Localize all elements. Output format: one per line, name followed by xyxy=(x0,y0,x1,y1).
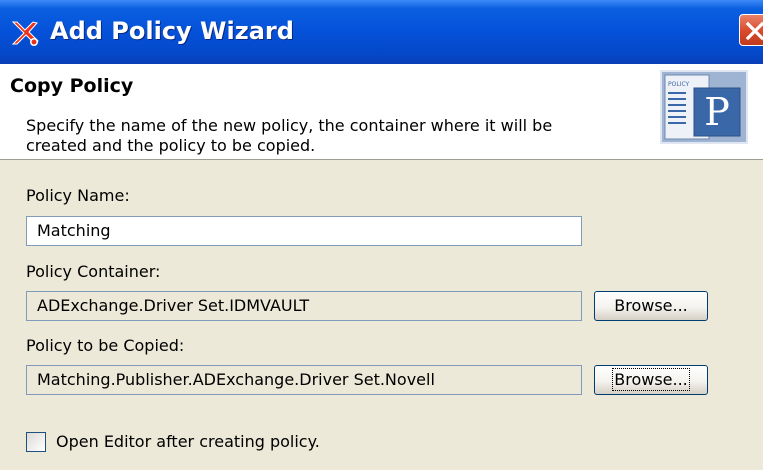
policy-to-copy-field[interactable]: Matching.Publisher.ADExchange.Driver Set… xyxy=(26,365,582,395)
close-icon xyxy=(745,21,763,41)
title-bar: Add Policy Wizard xyxy=(0,0,763,64)
wizard-app-icon xyxy=(11,21,39,46)
page-description: Specify the name of the new policy, the … xyxy=(26,116,553,155)
policy-name-label: Policy Name: xyxy=(26,186,130,205)
policy-to-copy-label: Policy to be Copied: xyxy=(26,336,185,355)
browse-policy-label: Browse... xyxy=(612,368,690,391)
wizard-header: Copy Policy Specify the name of the new … xyxy=(0,64,763,160)
browse-policy-button[interactable]: Browse... xyxy=(594,365,708,395)
icon-letter: P xyxy=(704,90,730,134)
window-title: Add Policy Wizard xyxy=(50,17,294,45)
browse-container-button[interactable]: Browse... xyxy=(594,291,708,321)
policy-container-label: Policy Container: xyxy=(26,262,161,281)
open-editor-label[interactable]: Open Editor after creating policy. xyxy=(56,432,320,451)
icon-caption: POLICY xyxy=(668,81,690,88)
close-button[interactable] xyxy=(739,14,763,46)
policy-name-input[interactable]: Matching xyxy=(26,216,582,246)
browse-container-label: Browse... xyxy=(614,296,688,315)
open-editor-checkbox[interactable] xyxy=(26,432,46,452)
policy-document-icon: POLICY P xyxy=(660,70,748,144)
page-title: Copy Policy xyxy=(10,75,134,97)
policy-container-field[interactable]: ADExchange.Driver Set.IDMVAULT xyxy=(26,291,582,321)
